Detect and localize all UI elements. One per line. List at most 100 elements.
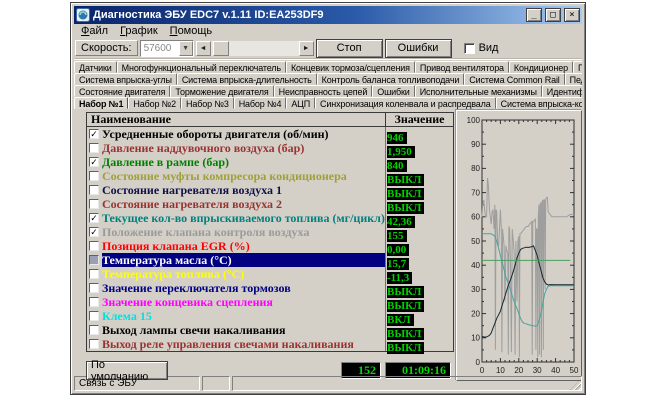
view-checkbox-group[interactable]: Вид bbox=[464, 42, 499, 54]
table-row[interactable]: Позиция клапана EGR (%)0,00 bbox=[87, 239, 453, 253]
header-value: Значение bbox=[385, 113, 453, 126]
row-checkbox[interactable] bbox=[89, 311, 99, 321]
tab-привод-вентилятора[interactable]: Привод вентилятора bbox=[415, 61, 509, 73]
tab-неисправность-цепей[interactable]: Неисправность цепей bbox=[274, 85, 373, 97]
svg-text:80: 80 bbox=[471, 164, 480, 173]
table-row[interactable]: ✓Давление в рампе (бар)840 bbox=[87, 155, 453, 169]
chevron-down-icon[interactable]: ▼ bbox=[179, 41, 193, 56]
tab-page-nabor1: Наименование Значение ✓Усредненные оборо… bbox=[74, 109, 582, 374]
tab-состояние-двигателя[interactable]: Состояние двигателя bbox=[74, 85, 170, 97]
tab-row: ДатчикиМногофункциональный переключатель… bbox=[74, 61, 582, 73]
tab-датчики[interactable]: Датчики bbox=[74, 61, 117, 73]
tab-система-впрыска-длительность[interactable]: Система впрыска-длительность bbox=[177, 73, 317, 85]
tab-набор-№4[interactable]: Набор №4 bbox=[234, 97, 287, 109]
close-button-icon[interactable]: × bbox=[564, 8, 580, 22]
minimize-button-icon[interactable]: _ bbox=[526, 8, 542, 22]
tab-row: Система впрыска-углыСистема впрыска-длит… bbox=[74, 73, 582, 85]
tab-ацп[interactable]: АЦП bbox=[286, 97, 315, 109]
tab-контроль-баланса-топливоподачи[interactable]: Контроль баланса топливоподачи bbox=[317, 73, 465, 85]
row-value-cell: ВКЛ bbox=[385, 309, 453, 323]
table-row[interactable]: Состояние муфты компресора кондиционераВ… bbox=[87, 169, 453, 183]
tab-набор-№2[interactable]: Набор №2 bbox=[128, 97, 181, 109]
errors-button[interactable]: Ошибки bbox=[385, 39, 452, 58]
row-value-cell: 840 bbox=[385, 155, 453, 169]
row-checkbox[interactable] bbox=[89, 283, 99, 293]
tab-кондиционер[interactable]: Кондиционер bbox=[509, 61, 573, 73]
table-row[interactable]: Состояние нагревателя воздуха 1ВЫКЛ bbox=[87, 183, 453, 197]
row-checkbox[interactable] bbox=[89, 241, 99, 251]
tab-ошибки[interactable]: Ошибки bbox=[372, 85, 414, 97]
row-label: Состояние муфты компресора кондиционера bbox=[102, 169, 385, 183]
svg-text:30: 30 bbox=[471, 285, 480, 294]
row-checkbox[interactable] bbox=[89, 297, 99, 307]
scrollbar-thumb[interactable] bbox=[213, 41, 229, 56]
speed-scrollbar[interactable]: ◄ ► bbox=[196, 41, 314, 56]
tab-педаль-акселератора[interactable]: Педаль акселератора bbox=[565, 73, 582, 85]
table-row[interactable]: Клема 15ВКЛ bbox=[87, 309, 453, 323]
menu-item[interactable]: Файл bbox=[75, 24, 114, 38]
view-checkbox[interactable] bbox=[464, 43, 475, 54]
tab-набор-№3[interactable]: Набор №3 bbox=[181, 97, 234, 109]
row-value-cell: ВЫКЛ bbox=[385, 337, 453, 351]
tab-торможение-двигателя[interactable]: Торможение двигателя bbox=[170, 85, 273, 97]
table-row[interactable]: Температура топлива (°C)-11,3 bbox=[87, 267, 453, 281]
row-label: Давление в рампе (бар) bbox=[102, 155, 385, 169]
row-checkbox[interactable] bbox=[89, 269, 99, 279]
svg-text:0: 0 bbox=[480, 366, 485, 375]
tab-система-впрыска-углы[interactable]: Система впрыска-углы bbox=[74, 73, 177, 85]
tab-синхронизация-коленвала-и-распредвала[interactable]: Синхронизация коленвала и распредвала bbox=[315, 97, 496, 109]
table-row[interactable]: Выход реле управления свечами накаливани… bbox=[87, 337, 453, 351]
menu-item[interactable]: Помощь bbox=[164, 24, 219, 38]
row-checkbox[interactable] bbox=[89, 143, 99, 153]
row-checkbox[interactable]: ✓ bbox=[89, 157, 99, 167]
resize-grip[interactable] bbox=[570, 379, 581, 390]
row-checkbox[interactable] bbox=[89, 325, 99, 335]
tab-система-впрыска-количество[interactable]: Система впрыска-количество bbox=[496, 97, 582, 109]
row-checkbox[interactable]: ✓ bbox=[89, 213, 99, 223]
row-checkbox[interactable] bbox=[89, 171, 99, 181]
row-label: Клема 15 bbox=[102, 309, 385, 323]
row-value-cell: ВЫКЛ bbox=[385, 183, 453, 197]
table-row[interactable]: Температура масла (°C)15,7 bbox=[87, 253, 453, 267]
row-checkbox[interactable] bbox=[89, 199, 99, 209]
tab-rows: ДатчикиМногофункциональный переключатель… bbox=[74, 59, 582, 109]
title-bar[interactable]: Диагностика ЭБУ EDC7 v.1.11 ID:EA253DF9 … bbox=[74, 6, 582, 24]
table-row[interactable]: Выход лампы свечи накаливанияВЫКЛ bbox=[87, 323, 453, 337]
tab-набор-№1[interactable]: Набор №1 bbox=[74, 97, 128, 109]
stop-button[interactable]: Стоп bbox=[316, 39, 383, 58]
scrollbar-track[interactable] bbox=[211, 41, 299, 56]
row-label: Выход реле управления свечами накаливани… bbox=[102, 337, 385, 351]
tab-пневматическая-система[interactable]: Пневматическая система bbox=[573, 61, 582, 73]
row-label: Выход лампы свечи накаливания bbox=[102, 323, 385, 337]
tab-концевик-тормоза-сцепления[interactable]: Концевик тормоза/сцепления bbox=[286, 61, 415, 73]
default-button[interactable]: По умолчанию bbox=[86, 361, 168, 380]
table-row[interactable]: ✓Положение клапана контроля воздуха155 bbox=[87, 225, 453, 239]
tab-многофункциональный-переключатель[interactable]: Многофункциональный переключатель bbox=[117, 61, 286, 73]
svg-text:40: 40 bbox=[551, 366, 560, 375]
table-row[interactable]: Давление наддувочного воздуха (бар)1,950 bbox=[87, 141, 453, 155]
tab-исполнительные-механизмы[interactable]: Исполнительные механизмы bbox=[415, 85, 542, 97]
table-row[interactable]: Значение концевика сцепленияВЫКЛ bbox=[87, 295, 453, 309]
tab-система-common-rail[interactable]: Система Common Rail bbox=[464, 73, 564, 85]
scroll-right-icon[interactable]: ► bbox=[299, 41, 314, 56]
speed-combobox[interactable]: 57600 ▼ bbox=[140, 40, 194, 57]
chart-panel: 010203040506070809010001020304050 bbox=[456, 110, 582, 381]
table-row[interactable]: ✓Усредненные обороты двигателя (об/мин)9… bbox=[87, 127, 453, 141]
maximize-button-icon[interactable]: □ bbox=[545, 8, 561, 22]
table-row[interactable]: ✓Текущее кол-во впрыскиваемого топлива (… bbox=[87, 211, 453, 225]
row-checkbox[interactable]: ✓ bbox=[89, 129, 99, 139]
row-checkbox[interactable] bbox=[89, 185, 99, 195]
menu-item[interactable]: График bbox=[114, 24, 164, 38]
row-checkbox[interactable] bbox=[89, 339, 99, 349]
scroll-left-icon[interactable]: ◄ bbox=[196, 41, 211, 56]
tab-row: Набор №1Набор №2Набор №3Набор №4АЦПСинхр… bbox=[74, 97, 582, 109]
row-checkbox[interactable]: ✓ bbox=[89, 227, 99, 237]
table-row[interactable]: Состояние нагревателя воздуха 2ВЫКЛ bbox=[87, 197, 453, 211]
app-icon bbox=[76, 8, 90, 22]
header-name: Наименование bbox=[87, 113, 385, 126]
view-checkbox-label: Вид bbox=[479, 42, 499, 54]
tab-идентификация[interactable]: Идентификация bbox=[542, 85, 582, 97]
row-checkbox[interactable] bbox=[89, 255, 99, 265]
table-row[interactable]: Значение переключателя тормозовВЫКЛ bbox=[87, 281, 453, 295]
row-value-cell: ВЫКЛ bbox=[385, 323, 453, 337]
